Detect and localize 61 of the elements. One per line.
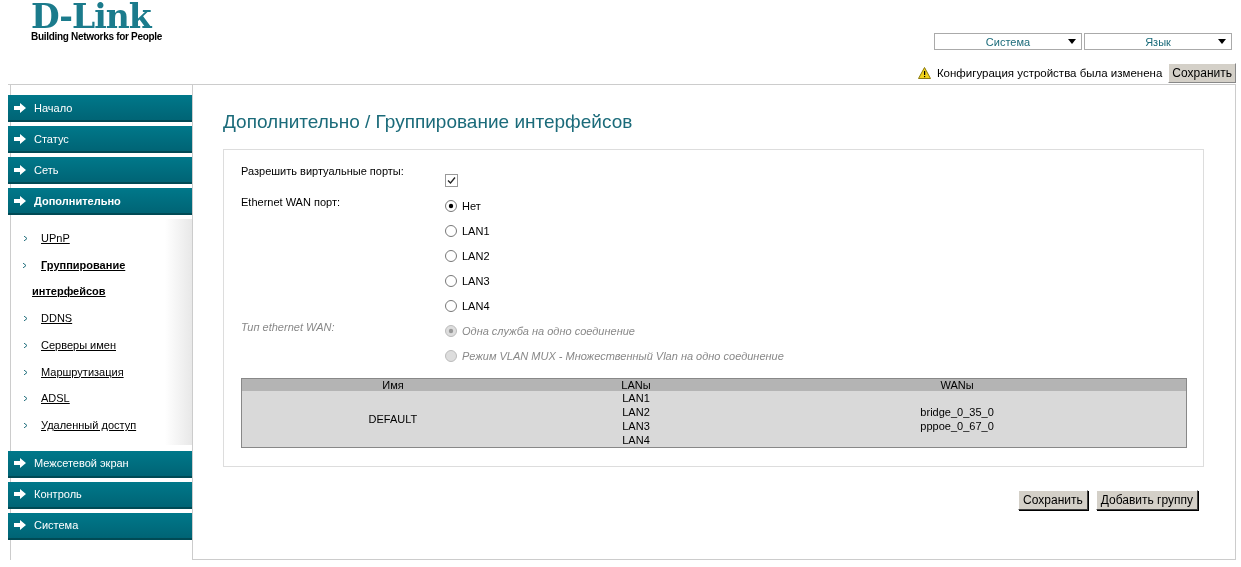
nav-section[interactable]: Система [8, 512, 192, 540]
bullet-icon [23, 262, 26, 268]
bullet-icon [24, 236, 27, 241]
radio-button[interactable] [445, 299, 457, 312]
table-cell: LAN1 LAN2 LAN3 LAN4 [622, 391, 650, 447]
arrow-icon [14, 520, 26, 531]
option-label: Нет [462, 199, 481, 212]
radio-button[interactable] [445, 249, 457, 262]
option-label: LAN3 [462, 274, 490, 287]
menu-dropdown[interactable]: Система [934, 33, 1082, 50]
save-button[interactable]: Сохранить [1168, 63, 1236, 83]
nav-section[interactable]: Межсетевой экран [8, 450, 192, 478]
page-title: Дополнительно / Группирование интерфейсов [223, 111, 634, 133]
table-cell: DEFAULT [368, 412, 418, 426]
nav-link[interactable]: ADSL [41, 392, 70, 405]
arrow-icon [14, 489, 26, 500]
bullet-icon [24, 316, 27, 322]
option-label: LAN4 [462, 299, 490, 312]
bullet-icon [24, 422, 27, 428]
nav-link[interactable]: Группирование интерфейсов [32, 251, 142, 306]
field-label: Ethernet WAN порт: [241, 195, 341, 210]
nav-section[interactable]: Дополнительно [8, 188, 192, 215]
nav-link[interactable]: UPnP [41, 232, 70, 244]
nav-link[interactable]: Маршрутизация [41, 365, 124, 378]
tagline: Building Networks for People [31, 31, 163, 42]
column-header: WANы [728, 378, 1187, 391]
caret-icon [1218, 39, 1226, 44]
field-label: Тип ethernet WAN: [241, 320, 336, 335]
option-label: Одна служба на одно соединение [462, 324, 635, 337]
nav-section[interactable]: Контроль [8, 481, 192, 509]
caret-icon [1068, 39, 1076, 44]
menu-dropdown[interactable]: Язык [1084, 33, 1232, 50]
arrow-icon [14, 195, 26, 206]
arrow-icon [14, 102, 26, 113]
nav-section[interactable]: Сеть [8, 157, 192, 184]
option-label: Режим VLAN MUX - Множественный Vlan на одно соединение [462, 349, 784, 362]
checkbox[interactable] [445, 174, 458, 187]
nav-link[interactable]: Серверы имен [41, 338, 116, 351]
field-label: Разрешить виртуальные порты: [241, 164, 405, 179]
arrow-icon [14, 133, 26, 144]
radio-button[interactable] [445, 274, 457, 287]
option-label: LAN1 [462, 224, 490, 237]
arrow-icon [14, 164, 26, 175]
nav-section[interactable]: Статус [8, 126, 192, 153]
bullet-icon [24, 342, 27, 348]
radio-button[interactable] [445, 199, 457, 212]
column-header: Имя [241, 378, 544, 391]
action-button[interactable]: Добавить группу [1095, 490, 1198, 510]
bullet-icon [24, 369, 27, 375]
column-header: LANы [543, 378, 729, 391]
nav-section[interactable]: Начало [8, 95, 192, 122]
radio-button[interactable] [445, 224, 457, 237]
table-cell: bridge_0_35_0 pppoe_0_67_0 [920, 405, 994, 433]
arrow-icon [14, 458, 26, 469]
warning-icon [917, 67, 931, 79]
nav-link[interactable]: Удаленный доступ [41, 418, 137, 431]
nav-link[interactable]: DDNS [41, 312, 73, 325]
bullet-icon [24, 396, 27, 402]
notice-text: Конфигурация устройства была изменена [936, 67, 1163, 79]
action-button[interactable]: Сохранить [1018, 490, 1088, 510]
option-label: LAN2 [462, 249, 490, 262]
